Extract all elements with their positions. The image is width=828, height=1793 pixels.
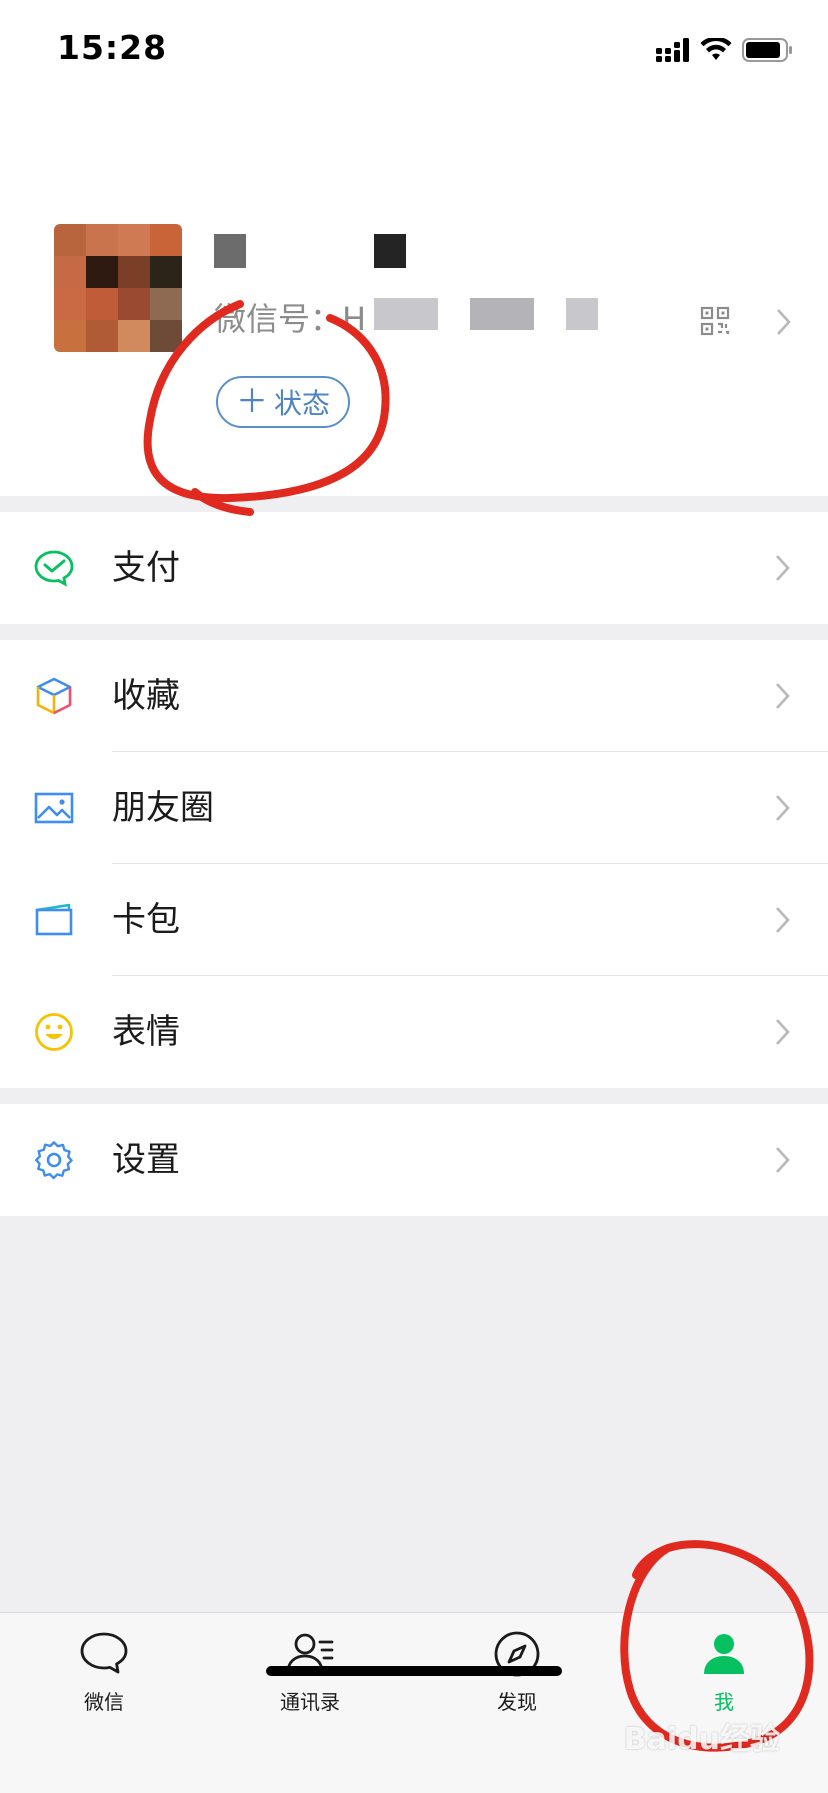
tab-chats[interactable]: 微信 xyxy=(44,1628,164,1728)
menu-item-moments[interactable]: 朋友圈 xyxy=(0,752,828,864)
add-status-button[interactable]: ＋ 状态 xyxy=(216,376,350,428)
moments-picture-icon xyxy=(34,788,74,828)
home-indicator[interactable] xyxy=(266,1666,562,1676)
nickname-masked xyxy=(214,234,414,268)
wechat-id-mask xyxy=(374,298,438,330)
menu-item-label: 朋友圈 xyxy=(112,788,214,828)
menu-item-label: 卡包 xyxy=(112,900,180,940)
tab-discover[interactable]: 发现 xyxy=(457,1628,577,1728)
chat-bubble-icon xyxy=(78,1628,130,1680)
status-button-label: 状态 xyxy=(274,387,331,420)
menu-group-main: 收藏 朋友圈 卡包 表情 xyxy=(0,640,828,1088)
menu-item-pay[interactable]: 支付 xyxy=(0,512,828,624)
chevron-right-icon xyxy=(775,794,791,822)
qr-code-icon[interactable] xyxy=(700,306,730,336)
wechat-id-label: 微信号：H xyxy=(214,300,367,338)
pay-icon xyxy=(34,548,74,588)
menu-item-label: 收藏 xyxy=(112,676,180,716)
status-time: 15:28 xyxy=(57,28,168,67)
menu-item-settings[interactable]: 设置 xyxy=(0,1104,828,1216)
menu-item-favorites[interactable]: 收藏 xyxy=(0,640,828,752)
chevron-right-icon xyxy=(775,1018,791,1046)
menu-item-label: 表情 xyxy=(112,1012,180,1052)
cellular-signal-icon xyxy=(656,38,690,62)
tab-label: 通讯录 xyxy=(280,1690,340,1714)
watermark: Baidu经验 xyxy=(623,1722,780,1757)
wifi-icon xyxy=(700,38,732,62)
menu-item-label: 支付 xyxy=(112,548,180,588)
gear-icon xyxy=(34,1140,74,1180)
chevron-right-icon xyxy=(775,1146,791,1174)
tab-label: 发现 xyxy=(497,1690,537,1714)
menu-item-cards[interactable]: 卡包 xyxy=(0,864,828,976)
profile-header[interactable]: 微信号：H ＋ 状态 xyxy=(0,100,828,496)
menu-item-label: 设置 xyxy=(112,1140,180,1180)
tab-contacts[interactable]: 通讯录 xyxy=(250,1628,370,1728)
person-icon xyxy=(698,1628,750,1680)
menu-group-settings: 设置 xyxy=(0,1104,828,1216)
favorites-cube-icon xyxy=(34,676,74,716)
chevron-right-icon xyxy=(776,308,792,336)
menu-group-pay: 支付 xyxy=(0,512,828,624)
tab-label: 微信 xyxy=(84,1690,124,1714)
chevron-right-icon xyxy=(775,906,791,934)
wechat-id-mask xyxy=(470,298,534,330)
tab-label: 我 xyxy=(714,1690,734,1714)
chevron-right-icon xyxy=(775,682,791,710)
menu-item-stickers[interactable]: 表情 xyxy=(0,976,828,1088)
wechat-id-mask xyxy=(566,298,598,330)
chevron-right-icon xyxy=(775,554,791,582)
plus-icon: ＋ xyxy=(235,382,268,420)
smiley-icon xyxy=(34,1012,74,1052)
tab-me[interactable]: 我 xyxy=(664,1628,784,1728)
battery-icon xyxy=(742,38,794,62)
avatar[interactable] xyxy=(54,224,182,352)
card-wallet-icon xyxy=(34,900,74,940)
status-icons xyxy=(656,34,794,66)
status-bar: 15:28 xyxy=(0,0,828,100)
